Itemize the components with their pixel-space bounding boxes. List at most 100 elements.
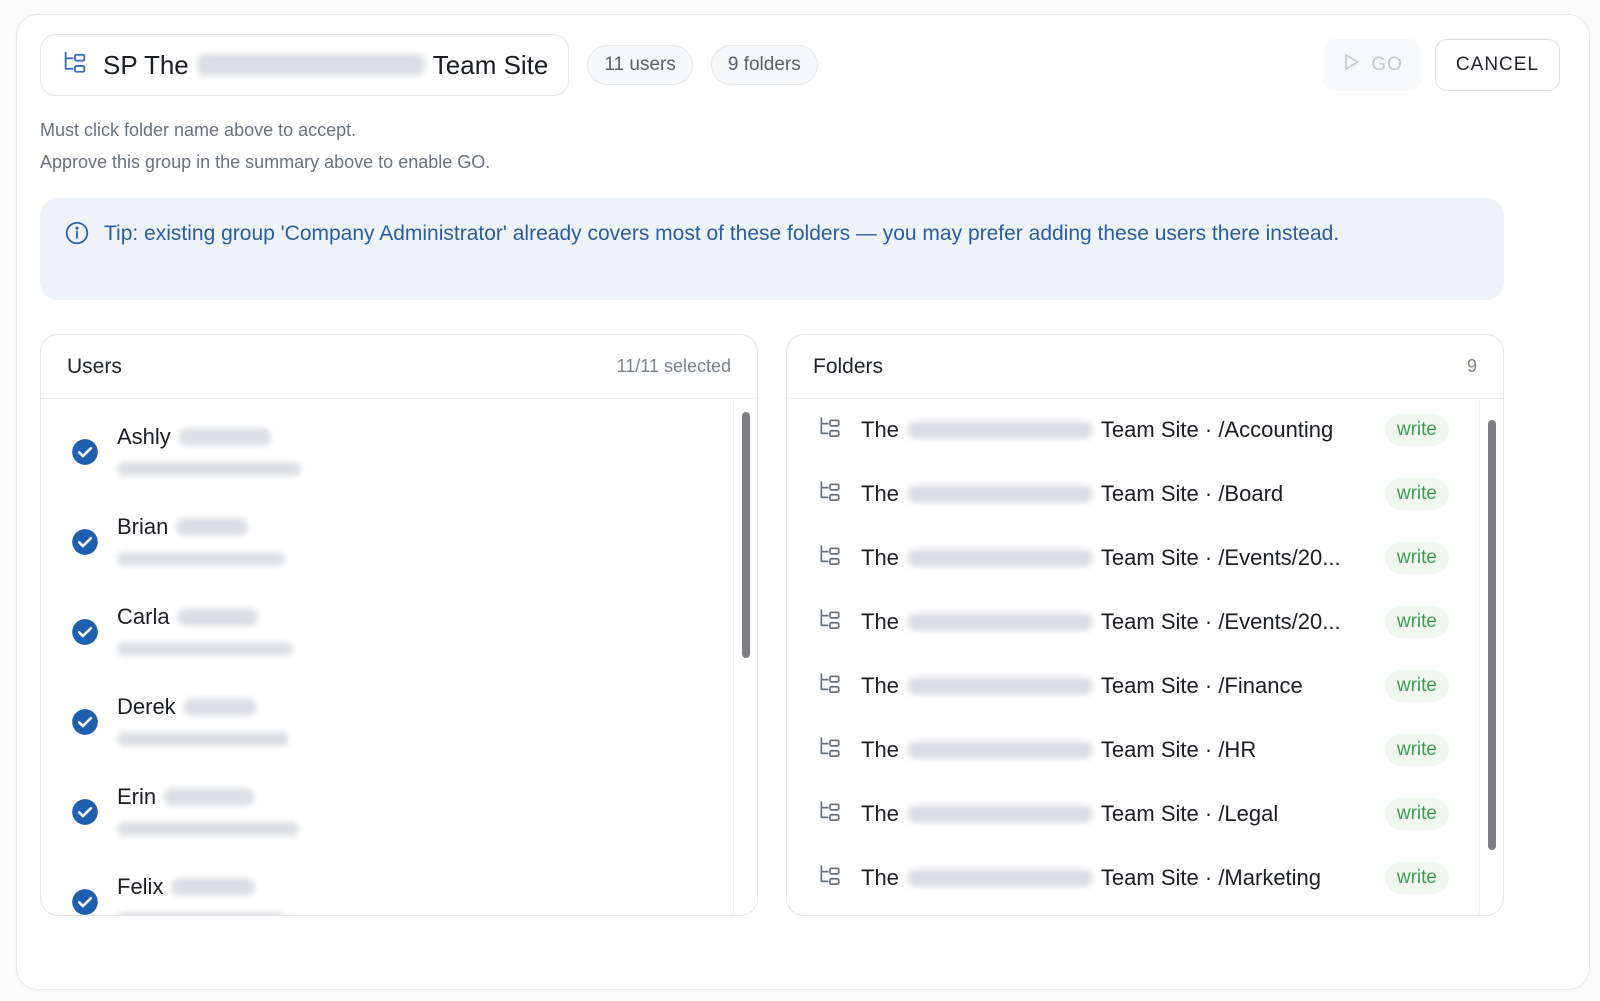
check-circle-icon[interactable] bbox=[71, 708, 99, 736]
folder-row[interactable]: The Team Site · /Board write bbox=[817, 462, 1449, 526]
users-count-pill: 11 users bbox=[587, 45, 693, 85]
folders-count: 9 bbox=[1466, 356, 1477, 376]
redacted-text bbox=[906, 485, 1093, 503]
folder-row[interactable]: The Team Site · /Finance write bbox=[817, 654, 1449, 718]
folder-suffix: Team Site bbox=[1100, 609, 1199, 634]
folders-panel: Folders 9 The Team Site · /Accounting wri… bbox=[786, 334, 1504, 916]
folder-tree-icon bbox=[817, 735, 843, 766]
folder-suffix: Team Site bbox=[1100, 865, 1199, 890]
group-header: SP The Team Site 11 users 9 folders GO C… bbox=[40, 34, 1560, 96]
folder-prefix: The bbox=[861, 417, 899, 442]
redacted-text bbox=[906, 613, 1093, 631]
folder-prefix: The bbox=[861, 545, 899, 570]
check-circle-icon[interactable] bbox=[71, 618, 99, 646]
redacted-text bbox=[906, 741, 1093, 759]
redacted-text bbox=[164, 788, 255, 806]
group-title[interactable]: SP The Team Site bbox=[103, 50, 548, 81]
redacted-text bbox=[176, 518, 249, 536]
redacted-text bbox=[906, 869, 1093, 887]
redacted-text bbox=[906, 421, 1093, 439]
info-icon bbox=[64, 218, 90, 280]
go-button[interactable]: GO bbox=[1323, 39, 1421, 91]
users-scroll-thumb[interactable] bbox=[742, 412, 750, 658]
user-first-name: Brian bbox=[117, 514, 169, 539]
users-panel: Users 11/11 selected Ashly Brian Carla D… bbox=[40, 334, 758, 916]
folder-row[interactable]: The Team Site · /Accounting write bbox=[817, 398, 1449, 462]
folder-path: · /Board bbox=[1204, 481, 1284, 506]
group-name-chip[interactable]: SP The Team Site bbox=[40, 34, 570, 96]
redacted-email bbox=[117, 732, 289, 746]
cancel-button[interactable]: CANCEL bbox=[1434, 39, 1560, 91]
folder-prefix: The bbox=[861, 865, 899, 890]
check-circle-icon[interactable] bbox=[71, 438, 99, 466]
redacted-text bbox=[178, 428, 271, 446]
folder-prefix: The bbox=[861, 673, 899, 698]
redacted-text bbox=[177, 608, 258, 626]
users-panel-header: Users 11/11 selected bbox=[41, 335, 757, 399]
folders-list: The Team Site · /Accounting write The Team… bbox=[787, 400, 1503, 915]
users-scrollbar[interactable] bbox=[733, 400, 757, 915]
folder-row[interactable]: The Team Site · /HR write bbox=[817, 718, 1449, 782]
write-permission-badge: write bbox=[1384, 414, 1449, 446]
check-circle-icon[interactable] bbox=[71, 528, 99, 556]
folder-path: · /Legal bbox=[1204, 801, 1279, 826]
play-icon bbox=[1341, 52, 1361, 78]
user-first-name: Ashly bbox=[117, 424, 171, 449]
folder-row[interactable]: The Team Site · /Marketing write bbox=[817, 846, 1449, 910]
redacted-text bbox=[171, 878, 256, 896]
folder-path: · /Finance bbox=[1204, 673, 1303, 698]
write-permission-badge: write bbox=[1384, 862, 1449, 894]
folder-prefix: The bbox=[861, 801, 899, 826]
write-permission-badge: write bbox=[1384, 542, 1449, 574]
folder-path: · /Marketing bbox=[1204, 865, 1322, 890]
folder-row[interactable]: The Team Site · /Events/20... write bbox=[817, 590, 1449, 654]
redacted-email bbox=[117, 642, 293, 656]
folder-suffix: Team Site bbox=[1100, 673, 1199, 698]
users-list: Ashly Brian Carla Derek Erin Felix bbox=[41, 400, 757, 915]
hint-approve-group: Approve this group in the summary above … bbox=[40, 152, 491, 172]
user-row[interactable]: Erin bbox=[71, 760, 711, 850]
user-first-name: Felix bbox=[117, 874, 164, 899]
user-row[interactable]: Carla bbox=[71, 580, 711, 670]
folders-panel-header: Folders 9 bbox=[787, 335, 1503, 399]
hint-click-folder: Must click folder name above to accept. bbox=[40, 120, 357, 140]
folder-suffix: Team Site bbox=[1100, 417, 1199, 442]
folder-path: · /Accounting bbox=[1204, 417, 1334, 442]
group-title-prefix: SP The bbox=[103, 49, 189, 80]
user-first-name: Carla bbox=[117, 604, 170, 629]
redacted-text bbox=[906, 805, 1093, 823]
folder-path: · /Events/20... bbox=[1204, 545, 1341, 570]
folder-suffix: Team Site bbox=[1100, 801, 1199, 826]
user-row[interactable]: Ashly bbox=[71, 400, 711, 490]
redacted-text bbox=[183, 698, 256, 716]
users-panel-title: Users bbox=[67, 354, 122, 378]
folders-panel-title: Folders bbox=[813, 354, 884, 378]
folder-tree-icon bbox=[817, 607, 843, 638]
folder-tree-icon bbox=[817, 671, 843, 702]
folder-prefix: The bbox=[861, 737, 899, 762]
user-row[interactable]: Derek bbox=[71, 670, 711, 760]
group-title-suffix: Team Site bbox=[432, 49, 549, 80]
redacted-email bbox=[117, 462, 301, 476]
redacted-text bbox=[906, 677, 1093, 695]
check-circle-icon[interactable] bbox=[71, 798, 99, 826]
user-row[interactable]: Felix bbox=[71, 850, 711, 916]
folders-scrollbar[interactable] bbox=[1479, 400, 1503, 915]
folder-path: · /HR bbox=[1204, 737, 1257, 762]
user-first-name: Derek bbox=[117, 694, 176, 719]
user-row[interactable]: Brian bbox=[71, 490, 711, 580]
redacted-text bbox=[906, 549, 1093, 567]
write-permission-badge: write bbox=[1384, 478, 1449, 510]
folders-scroll-thumb[interactable] bbox=[1488, 420, 1496, 850]
folder-suffix: Team Site bbox=[1100, 481, 1199, 506]
tip-text: Tip: existing group 'Company Administrat… bbox=[104, 222, 1340, 245]
user-first-name: Erin bbox=[117, 784, 157, 809]
folder-tree-icon bbox=[817, 863, 843, 894]
folder-row[interactable]: The Team Site · /Legal write bbox=[817, 782, 1449, 846]
folder-row[interactable]: The Team Site · /Events/20... write bbox=[817, 526, 1449, 590]
folder-prefix: The bbox=[861, 609, 899, 634]
folder-tree-icon bbox=[61, 49, 89, 82]
check-circle-icon[interactable] bbox=[71, 888, 99, 916]
folder-path: · /Events/20... bbox=[1204, 609, 1341, 634]
instruction-hints: Must click folder name above to accept. … bbox=[40, 114, 490, 178]
